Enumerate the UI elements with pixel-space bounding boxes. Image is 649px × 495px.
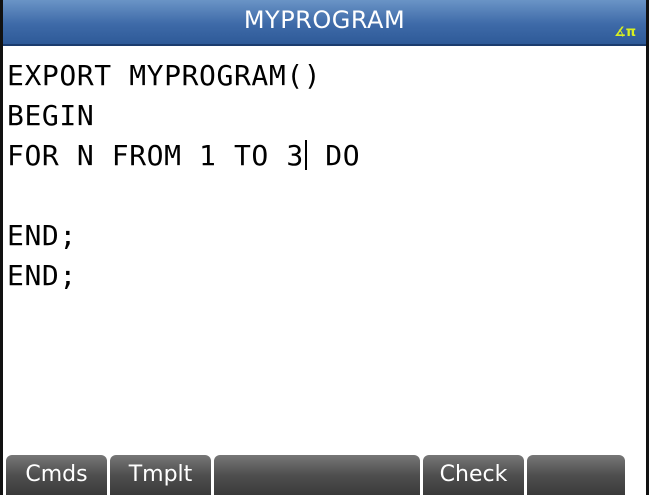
text-cursor xyxy=(304,140,307,170)
program-editor[interactable]: EXPORT MYPROGRAM() BEGIN FOR N FROM 1 TO… xyxy=(7,56,637,436)
program-title: MYPROGRAM xyxy=(243,6,406,34)
angle-mode-icon: ∡π xyxy=(614,25,636,40)
empty-softkey-3[interactable] xyxy=(214,455,420,495)
code-line-4[interactable] xyxy=(7,176,637,216)
softkey-menu-bar: Cmds Tmplt Check xyxy=(3,455,646,495)
empty-softkey-5[interactable] xyxy=(527,455,625,495)
code-line-1[interactable]: EXPORT MYPROGRAM() xyxy=(7,56,637,96)
code-line-2[interactable]: BEGIN xyxy=(7,96,637,136)
tmplt-button[interactable]: Tmplt xyxy=(110,455,211,495)
code-line-3[interactable]: FOR N FROM 1 TO 3 DO xyxy=(7,136,637,176)
code-line-3-before-cursor: FOR N FROM 1 TO 3 xyxy=(7,139,304,172)
code-line-6[interactable]: END; xyxy=(7,256,637,296)
check-button[interactable]: Check xyxy=(423,455,524,495)
title-bar: MYPROGRAM ∡π xyxy=(3,0,646,46)
code-line-3-after-cursor: DO xyxy=(307,139,361,172)
calculator-screen: MYPROGRAM ∡π EXPORT MYPROGRAM() BEGIN FO… xyxy=(0,0,649,495)
cmds-button[interactable]: Cmds xyxy=(6,455,107,495)
code-line-5[interactable]: END; xyxy=(7,216,637,256)
